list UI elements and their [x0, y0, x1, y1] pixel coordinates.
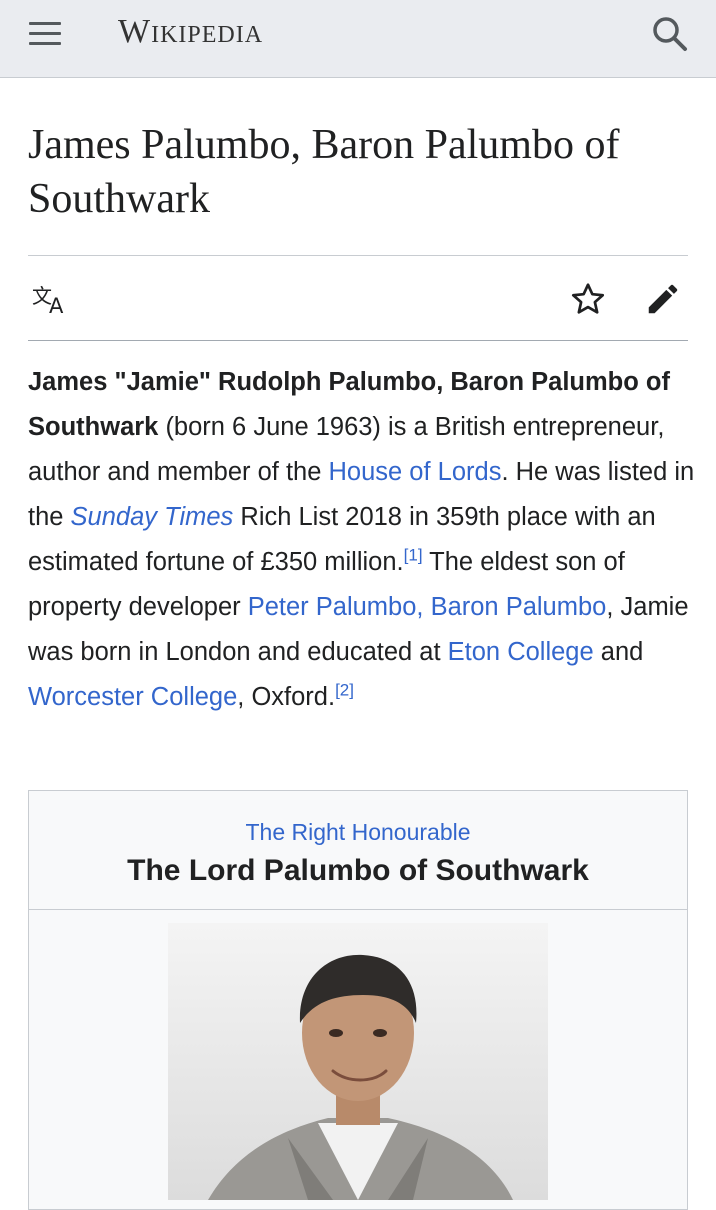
reference-2[interactable]: [2]	[335, 681, 354, 700]
star-icon[interactable]	[570, 281, 606, 317]
page-title: James Palumbo, Baron Palumbo of Southwar…	[28, 122, 620, 222]
top-bar: Wikipedia	[0, 0, 716, 78]
link-sunday-times[interactable]: Sunday Times	[71, 503, 234, 531]
link-worcester-college[interactable]: Worcester College	[28, 683, 237, 711]
reference-1[interactable]: [1]	[404, 546, 423, 565]
infobox-honorific[interactable]: The Right Honourable	[0, 818, 716, 846]
title-divider	[28, 255, 688, 256]
actions-divider	[28, 340, 688, 341]
language-icon[interactable]: 文 A	[32, 283, 70, 318]
portrait-photo[interactable]	[168, 923, 548, 1200]
link-eton-college[interactable]: Eton College	[448, 638, 594, 666]
svg-text:A: A	[49, 294, 64, 315]
wikipedia-wordmark[interactable]: Wikipedia	[118, 12, 263, 52]
pencil-icon[interactable]	[644, 280, 682, 318]
link-house-of-lords[interactable]: House of Lords	[329, 458, 502, 486]
infobox-title: The Lord Palumbo of Southwark	[127, 854, 589, 887]
infobox-divider	[29, 909, 687, 910]
hamburger-menu-icon[interactable]	[27, 18, 63, 48]
lead-paragraph: James "Jamie" Rudolph Palumbo, Baron Pal…	[28, 368, 695, 711]
search-icon[interactable]	[650, 14, 690, 54]
link-peter-palumbo[interactable]: Peter Palumbo, Baron Palumbo	[248, 593, 607, 621]
